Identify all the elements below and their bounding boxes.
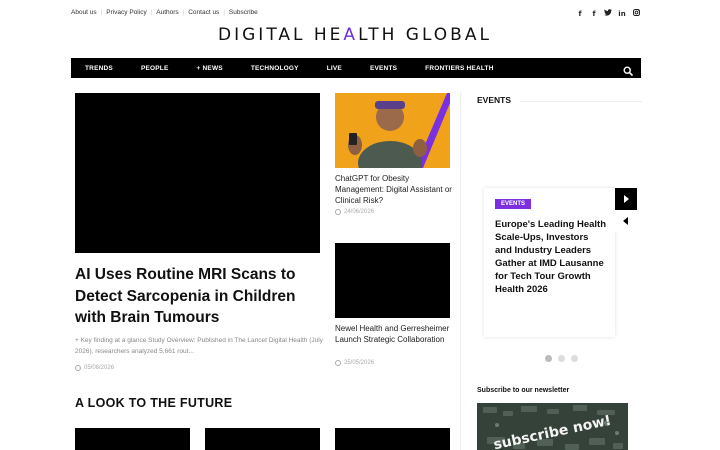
carousel-dot-2[interactable] [558,355,565,362]
clock-icon [75,365,81,371]
logo-text-part2: LTH GLOBAL [358,25,492,45]
nav-item-technology[interactable]: TECHNOLOGY [251,65,299,72]
logo-accent-letter: A [343,25,359,45]
carousel-next-button[interactable] [615,188,637,210]
nav-item-news[interactable]: + NEWS [197,65,223,72]
side-article-date-text: 25/05/2026 [344,360,375,366]
subscribe-link[interactable]: Subscribe [229,9,258,16]
side-article-date-chatgpt: 24/06/2026 [335,209,374,215]
side-article-date-text: 24/06/2026 [344,209,375,215]
clock-icon [335,209,341,215]
side-article-title-chatgpt[interactable]: ChatGPT for Obesity Management: Digital … [335,173,453,206]
top-utility-bar: About us | Privacy Policy | Authors | Co… [71,8,640,21]
logo-text-part1: DIGITAL HE [218,25,344,45]
future-card-3[interactable] [335,428,450,450]
chevron-right-icon [624,195,629,203]
newsletter-subscribe-image[interactable]: subscribe now! [477,403,628,450]
events-heading-rule [520,101,642,102]
event-title[interactable]: Europe's Leading Health Scale-Ups, Inves… [495,218,607,296]
section-title-future: A LOOK TO THE FUTURE [75,396,233,410]
facebook-icon[interactable]: f [576,9,584,19]
side-article-image-newel[interactable] [335,243,450,318]
hero-article-title[interactable]: AI Uses Routine MRI Scans to Detect Sarc… [75,264,325,329]
site-logo[interactable]: DIGITAL HEALTH GLOBAL [0,25,710,45]
side-article-date-newel: 25/05/2026 [335,360,374,366]
search-icon[interactable] [623,63,633,76]
facebook-icon[interactable]: f [590,9,598,19]
top-links: About us | Privacy Policy | Authors | Co… [71,9,258,16]
newsletter-heading: Subscribe to our newsletter [477,387,570,394]
event-category-badge[interactable]: EVENTS [495,199,532,209]
hero-article-excerpt: + Key finding at a glance Study Overview… [75,337,323,355]
hero-article-image[interactable] [75,93,320,253]
twitter-icon[interactable] [604,9,612,19]
side-article-image-chatgpt[interactable] [335,93,450,168]
chevron-left-icon [623,217,628,225]
main-navigation: TRENDS PEOPLE + NEWS TECHNOLOGY LIVE EVE… [71,58,641,78]
privacy-policy-link[interactable]: Privacy Policy [106,9,146,16]
carousel-dot-3[interactable] [571,355,578,362]
carousel-dot-1[interactable] [545,355,552,362]
future-card-1[interactable] [75,428,190,450]
future-card-2[interactable] [205,428,320,450]
authors-link[interactable]: Authors [156,9,178,16]
nav-item-trends[interactable]: TRENDS [85,65,113,72]
carousel-dots [545,355,578,362]
side-article-title-newel[interactable]: Newel Health and Gerresheimer Launch Str… [335,323,453,345]
contact-us-link[interactable]: Contact us [188,9,219,16]
clock-icon [335,360,341,366]
column-divider [460,92,461,450]
nav-item-events[interactable]: EVENTS [370,65,397,72]
hero-article-date-text: 05/08/2026 [84,365,115,371]
about-us-link[interactable]: About us [71,9,97,16]
linkedin-icon[interactable]: in [618,9,626,19]
carousel-prev-button[interactable] [615,210,637,232]
social-links: f f in [576,8,640,19]
instagram-icon[interactable] [632,8,640,19]
hero-article-date: 05/08/2026 [75,365,114,371]
nav-item-frontiers-health[interactable]: FRONTIERS HEALTH [425,65,493,72]
events-heading: EVENTS [477,95,512,105]
nav-item-live[interactable]: LIVE [327,65,342,72]
nav-item-people[interactable]: PEOPLE [141,65,169,72]
